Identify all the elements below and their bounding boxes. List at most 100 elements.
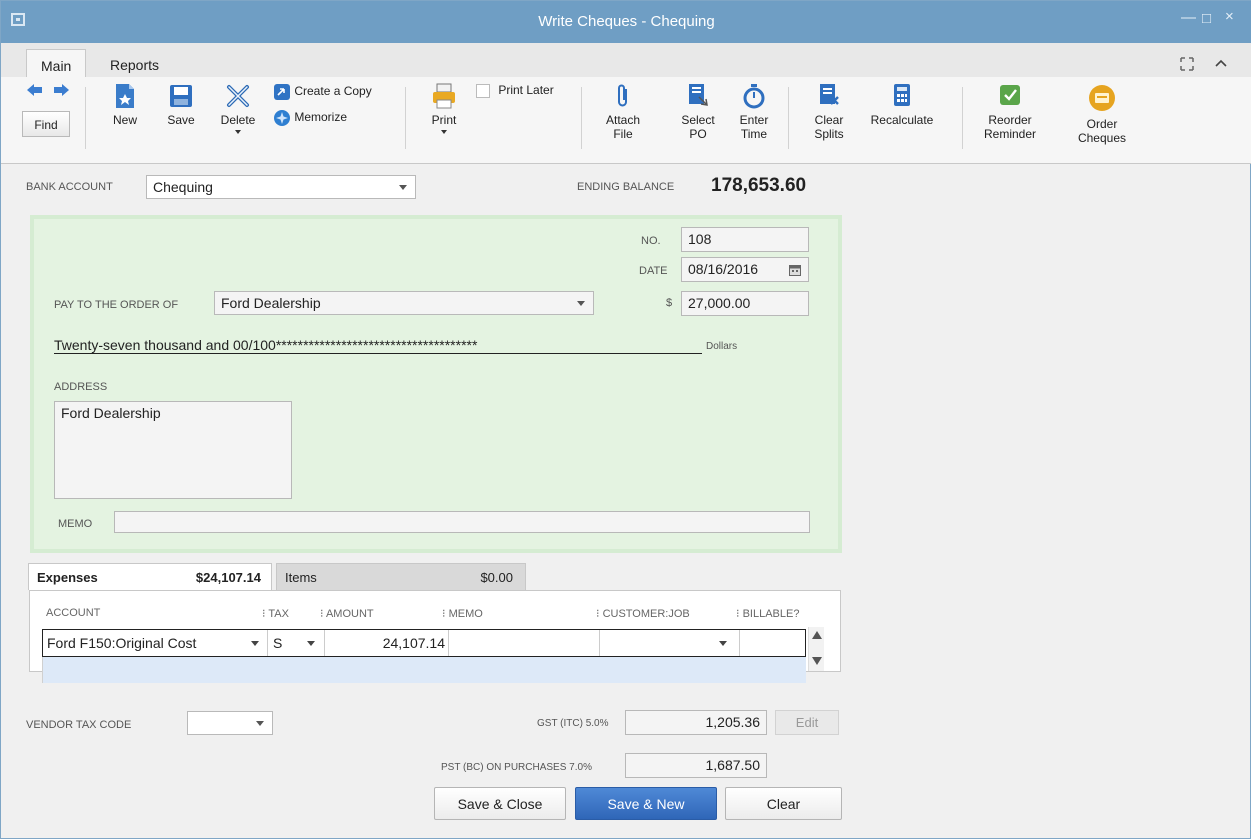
scroll-down-icon[interactable] xyxy=(811,657,822,665)
print-later-checkbox[interactable]: Print Later xyxy=(476,83,554,98)
address-field[interactable]: Ford Dealership xyxy=(54,401,292,499)
expenses-total: $24,107.14 xyxy=(195,570,261,585)
find-button[interactable]: Find xyxy=(22,111,70,137)
vendor-tax-code-label: VENDOR TAX CODE xyxy=(26,719,132,731)
delete-label: Delete xyxy=(220,113,256,127)
gst-field[interactable]: 1,205.36 xyxy=(625,710,767,735)
save-new-button[interactable]: Save & New xyxy=(575,787,717,820)
save-close-button[interactable]: Save & Close xyxy=(434,787,566,820)
memo-label: MEMO xyxy=(58,518,93,530)
expand-icon[interactable] xyxy=(1180,57,1194,71)
delete-dropdown-icon[interactable] xyxy=(235,130,241,134)
enter-time-label-2: Time xyxy=(740,127,768,141)
clear-splits-label-1: Clear xyxy=(814,113,844,127)
save-disk-icon xyxy=(170,85,192,107)
table-row-empty[interactable] xyxy=(42,657,806,683)
pay-to-label: PAY TO THE ORDER OF xyxy=(54,299,179,311)
tab-main[interactable]: Main xyxy=(26,49,87,77)
expenses-label: Expenses xyxy=(37,570,98,585)
new-document-icon xyxy=(116,84,134,108)
table-row[interactable]: Ford F150:Original Cost S 24,107.14 xyxy=(42,629,806,657)
date-field[interactable]: 08/16/2016 xyxy=(681,257,809,282)
separator xyxy=(85,87,86,149)
collapse-ribbon-icon[interactable] xyxy=(1215,59,1227,67)
column-header-memo: ⁝ MEMO xyxy=(442,608,483,620)
write-cheques-window: Write Cheques - Chequing — □ × Main Repo… xyxy=(0,0,1251,839)
select-po-button[interactable]: Select PO xyxy=(676,83,720,141)
next-arrow-icon[interactable] xyxy=(51,83,71,97)
print-later-check[interactable] xyxy=(476,83,490,98)
separator xyxy=(405,87,406,149)
payee-dropdown[interactable]: Ford Dealership xyxy=(214,291,594,315)
stopwatch-icon xyxy=(743,84,765,109)
memo-field[interactable] xyxy=(114,511,810,533)
scroll-up-icon[interactable] xyxy=(811,631,822,639)
enter-time-button[interactable]: Enter Time xyxy=(734,83,774,141)
vendor-tax-code-dropdown[interactable] xyxy=(187,711,273,735)
paperclip-icon xyxy=(618,84,627,107)
reorder-reminder-icon xyxy=(1000,85,1020,105)
minimize-icon[interactable]: — xyxy=(1181,9,1196,26)
attach-file-button[interactable]: Attach File xyxy=(601,83,645,141)
column-header-amount: ⁝ AMOUNT xyxy=(320,608,374,620)
pst-field[interactable]: 1,687.50 xyxy=(625,753,767,778)
tab-reports[interactable]: Reports xyxy=(96,49,173,77)
clear-splits-label-2: Splits xyxy=(814,127,844,141)
printer-icon xyxy=(433,83,455,109)
new-button[interactable]: New xyxy=(107,83,143,127)
previous-arrow-icon[interactable] xyxy=(25,83,45,97)
amount-in-words: Twenty-seven thousand and 00/100********… xyxy=(54,337,702,354)
divider xyxy=(448,630,449,656)
ribbon-tab-bar: Main Reports xyxy=(1,43,1251,77)
memorize-icon xyxy=(274,110,290,126)
create-copy-button[interactable]: Create a Copy xyxy=(273,83,372,101)
calendar-icon[interactable] xyxy=(789,264,801,276)
ending-balance-label: ENDING BALANCE xyxy=(577,181,675,193)
date-label: DATE xyxy=(639,265,668,277)
delete-x-icon xyxy=(227,85,249,107)
amount-field[interactable]: 27,000.00 xyxy=(681,291,809,316)
copy-icon xyxy=(274,84,290,100)
print-dropdown-icon[interactable] xyxy=(441,130,447,134)
bank-account-dropdown[interactable]: Chequing xyxy=(146,175,416,199)
recalculate-button[interactable]: Recalculate xyxy=(862,83,942,127)
customer-job-dropdown-icon[interactable] xyxy=(719,641,727,646)
print-later-label: Print Later xyxy=(498,83,554,97)
save-button[interactable]: Save xyxy=(162,83,200,127)
edit-tax-button[interactable]: Edit xyxy=(775,710,839,735)
print-button[interactable]: Print xyxy=(426,83,462,134)
divider xyxy=(267,630,268,656)
delete-button[interactable]: Delete xyxy=(215,83,261,134)
divider xyxy=(599,630,600,656)
row-tax[interactable]: S xyxy=(273,635,282,651)
purchase-order-icon xyxy=(689,84,708,106)
cheque-area: NO. 108 DATE 08/16/2016 PAY TO THE ORDER… xyxy=(30,215,842,553)
separator xyxy=(962,87,963,149)
row-amount[interactable]: 24,107.14 xyxy=(325,635,445,651)
chevron-down-icon xyxy=(399,185,407,190)
calculator-icon xyxy=(894,84,910,106)
clear-splits-icon xyxy=(820,84,839,105)
clear-button[interactable]: Clear xyxy=(725,787,842,820)
window-title: Write Cheques - Chequing xyxy=(538,13,715,30)
cheque-number-field[interactable]: 108 xyxy=(681,227,809,252)
reorder-reminder-button[interactable]: Reorder Reminder xyxy=(981,83,1039,141)
close-icon[interactable]: × xyxy=(1225,8,1234,25)
chevron-down-icon xyxy=(577,301,585,306)
account-dropdown-icon[interactable] xyxy=(251,641,259,646)
grid-scrollbar[interactable] xyxy=(808,627,824,671)
divider xyxy=(739,630,740,656)
enter-time-label-1: Enter xyxy=(739,113,769,127)
clear-splits-button[interactable]: Clear Splits xyxy=(808,83,850,141)
column-header-account: ACCOUNT xyxy=(46,607,101,619)
order-cheques-button[interactable]: Order Cheques xyxy=(1073,83,1131,145)
order-cheques-label-1: Order xyxy=(1086,117,1118,131)
tab-items[interactable]: Items $0.00 xyxy=(276,563,526,590)
memorize-button[interactable]: Memorize xyxy=(273,109,347,127)
reorder-label-1: Reorder xyxy=(988,113,1032,127)
tax-dropdown-icon[interactable] xyxy=(307,641,315,646)
expenses-grid: ACCOUNT ⁝ TAX ⁝ AMOUNT ⁝ MEMO ⁝ CUSTOMER… xyxy=(29,590,841,683)
row-account[interactable]: Ford F150:Original Cost xyxy=(47,635,196,651)
tab-expenses[interactable]: Expenses $24,107.14 xyxy=(28,563,272,590)
maximize-icon[interactable]: □ xyxy=(1202,10,1211,27)
